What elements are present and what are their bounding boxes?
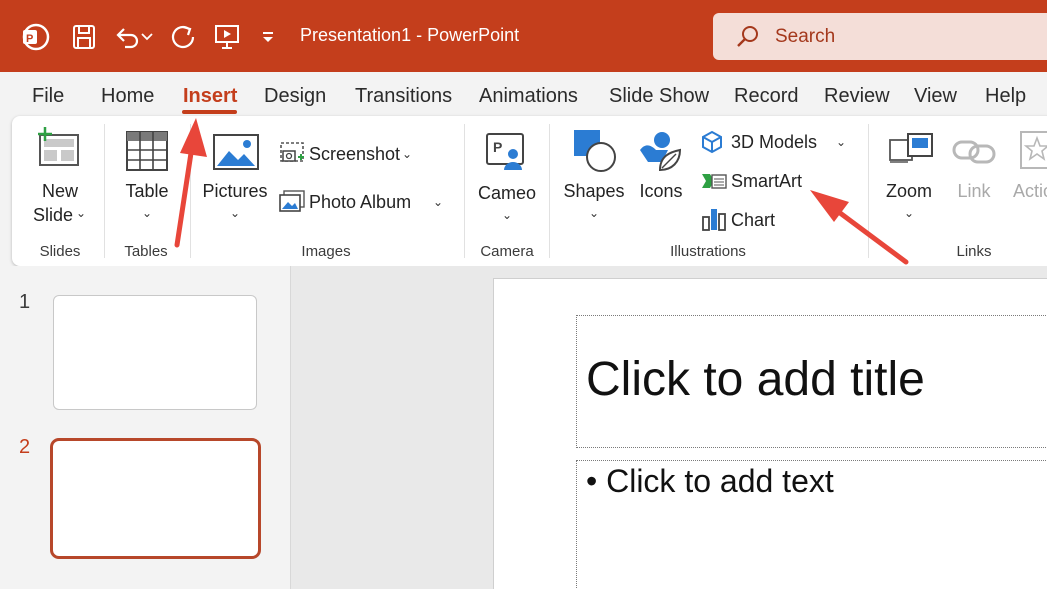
undo-dropdown-icon[interactable] [137, 18, 157, 56]
new-slide-icon[interactable] [36, 127, 82, 169]
tab-home[interactable]: Home [101, 85, 154, 108]
photo-album-label[interactable]: Photo Album [309, 192, 411, 213]
active-tab-indicator [182, 110, 237, 114]
table-dropdown-icon[interactable]: ⌄ [142, 206, 152, 220]
search-icon [737, 26, 758, 47]
screenshot-label[interactable]: Screenshot [309, 144, 400, 165]
tab-slide-show[interactable]: Slide Show [609, 85, 709, 108]
svg-text:P: P [26, 33, 33, 45]
search-placeholder: Search [775, 26, 836, 47]
ribbon-separator [549, 124, 550, 258]
title-bar: P Presentation1 - PowerPoint Search [0, 0, 1047, 72]
group-label-tables: Tables [124, 243, 168, 260]
pictures-label[interactable]: Pictures [202, 181, 267, 202]
ribbon-separator [190, 124, 191, 258]
powerpoint-logo-icon[interactable]: P [19, 18, 53, 56]
screenshot-icon[interactable] [279, 141, 305, 165]
table-icon[interactable] [125, 130, 169, 172]
3d-models-dropdown-icon[interactable]: ⌄ [836, 135, 846, 149]
new-slide-dropdown-icon[interactable]: ⌄ [76, 206, 86, 220]
cameo-icon[interactable]: P [485, 132, 529, 172]
3d-models-label[interactable]: 3D Models [731, 132, 817, 153]
group-label-slides: Slides [39, 243, 81, 260]
slide-thumbnail-2[interactable] [50, 438, 261, 559]
title-placeholder-text[interactable]: Click to add title [586, 352, 925, 407]
ribbon-separator [104, 124, 105, 258]
chart-icon[interactable] [701, 207, 727, 231]
redo-icon[interactable] [166, 18, 200, 56]
group-label-camera: Camera [480, 243, 534, 260]
svg-text:P: P [493, 139, 502, 155]
cameo-dropdown-icon[interactable]: ⌄ [502, 208, 512, 222]
tab-record[interactable]: Record [734, 85, 798, 108]
shapes-label[interactable]: Shapes [563, 181, 624, 202]
tab-animations[interactable]: Animations [479, 85, 578, 108]
body-placeholder-text[interactable]: • Click to add text [586, 463, 834, 500]
icons-label[interactable]: Icons [639, 181, 682, 202]
tab-file[interactable]: File [32, 85, 64, 108]
screenshot-dropdown-icon[interactable]: ⌄ [402, 147, 412, 161]
present-icon[interactable] [210, 18, 244, 56]
chart-label[interactable]: Chart [731, 210, 775, 231]
smartart-icon[interactable] [701, 171, 727, 191]
tab-insert[interactable]: Insert [183, 85, 237, 108]
tab-help[interactable]: Help [985, 85, 1026, 108]
table-label[interactable]: Table [125, 181, 168, 202]
group-label-links: Links [956, 243, 992, 260]
ribbon-separator [868, 124, 869, 258]
slide-thumbnail-1[interactable] [53, 295, 257, 410]
pictures-dropdown-icon[interactable]: ⌄ [230, 206, 240, 220]
smartart-label[interactable]: SmartArt [731, 171, 802, 192]
new-slide-label-line1[interactable]: New [42, 181, 78, 202]
shapes-dropdown-icon[interactable]: ⌄ [589, 206, 599, 220]
zoom-icon[interactable] [888, 132, 934, 170]
tab-design[interactable]: Design [264, 85, 326, 108]
pictures-icon[interactable] [212, 133, 260, 171]
shapes-icon[interactable] [572, 128, 618, 174]
photo-album-icon[interactable] [279, 190, 305, 212]
photo-album-dropdown-icon[interactable]: ⌄ [433, 195, 443, 209]
customize-qat-icon[interactable] [253, 18, 283, 56]
group-label-images: Images [301, 243, 351, 260]
tab-view[interactable]: View [914, 85, 957, 108]
slide-number: 2 [19, 436, 31, 458]
link-label: Link [957, 181, 991, 201]
zoom-label[interactable]: Zoom [886, 181, 932, 202]
icons-icon[interactable] [638, 128, 684, 174]
action-label: Actio [1013, 181, 1047, 201]
save-icon[interactable] [67, 18, 101, 56]
tab-transitions[interactable]: Transitions [355, 85, 452, 108]
ribbon-tabs: File Home Insert Design Transitions Anim… [0, 72, 1047, 118]
tab-review[interactable]: Review [824, 85, 890, 108]
zoom-dropdown-icon[interactable]: ⌄ [904, 206, 914, 220]
link-icon [952, 140, 996, 164]
action-icon [1020, 131, 1047, 169]
search-box[interactable]: Search [713, 13, 1047, 60]
new-slide-label-line2[interactable]: Slide [33, 205, 73, 226]
cameo-label[interactable]: Cameo [478, 183, 536, 204]
3d-models-icon[interactable] [700, 130, 724, 154]
slide-number: 1 [19, 291, 31, 313]
window-title: Presentation1 - PowerPoint [300, 25, 520, 45]
group-label-illustrations: Illustrations [670, 243, 746, 260]
ribbon-separator [464, 124, 465, 258]
